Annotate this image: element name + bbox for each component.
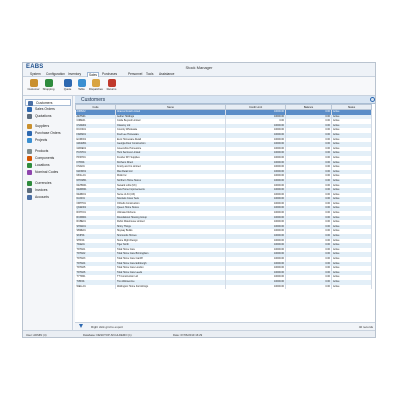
record-count: 40 records	[358, 324, 373, 329]
sidebar-item-label: Nominal Codes	[35, 170, 59, 174]
ribbon-table-button[interactable]: Table	[75, 79, 88, 94]
pen-icon	[77, 79, 86, 87]
sidebar-item-label: Invoices	[35, 188, 48, 192]
ribbon-dispatches-button[interactable]: Dispatches	[89, 79, 103, 94]
filter-icon[interactable]	[79, 324, 83, 328]
status-database: Database: DESKTOP-SN HLDEMO (1)	[83, 333, 132, 337]
sidebar-item-label: Locations	[35, 163, 50, 167]
sidebar-item-nominal-codes[interactable]: Nominal Codes	[25, 169, 71, 176]
sidebar-item-suppliers[interactable]: Suppliers	[25, 123, 71, 130]
sidebar-item-sales-orders[interactable]: Sales Orders	[25, 106, 71, 113]
return-icon	[107, 79, 116, 87]
sidebar-item-quotations[interactable]: Quotations	[25, 113, 71, 120]
cell-name: Wellington Home Furnishings	[115, 284, 226, 290]
cell-status: Active	[331, 284, 372, 290]
customer-list-panel: Customers Code Name Credit Limit Balance Sta…	[75, 96, 375, 330]
list-header: Customers	[75, 96, 375, 104]
sidebar-item-currencies[interactable]: Currencies	[25, 180, 71, 187]
locations-icon	[27, 163, 32, 168]
orders-icon	[27, 107, 32, 112]
sidebar-item-accounts[interactable]: Accounts	[25, 194, 71, 201]
currency-icon	[27, 181, 32, 186]
status-bar: User: ADMIN (4) Database: DESKTOP-SN HLD…	[23, 330, 375, 337]
sidebar-item-label: Accounts	[35, 195, 49, 199]
codes-icon	[27, 170, 32, 175]
ribbon-label: Shopping	[42, 87, 55, 91]
sidebar-item-purchase-orders[interactable]: Purchase Orders	[25, 130, 71, 137]
accounts-icon	[27, 195, 32, 200]
ribbon-toolbar: Customer Shopping Quote Table Dispatches Retu…	[23, 77, 375, 96]
truck-icon	[91, 79, 100, 87]
title-bar: EABS Stock Manager	[23, 63, 375, 72]
ribbon-returns-button[interactable]: Returns	[105, 79, 118, 94]
app-window: EABS Stock Manager System Configuration In…	[22, 62, 376, 338]
ribbon-label: Dispatches	[89, 87, 103, 91]
sidebar-item-projects[interactable]: Projects	[25, 137, 71, 144]
grid-footer: Right click grid to export 40 records	[75, 322, 375, 330]
cell-balance: 0.00	[285, 284, 332, 290]
sidebar-item-label: Suppliers	[35, 124, 50, 128]
sidebar-item-components[interactable]: Components	[25, 155, 71, 162]
quotation-icon	[27, 114, 32, 119]
sidebar-item-label: Projects	[35, 138, 48, 142]
status-user: User: ADMIN (4)	[26, 333, 47, 337]
sidebar-item-label: Products	[35, 149, 49, 153]
customer-icon	[29, 79, 38, 87]
sidebar-item-invoices[interactable]: Invoices	[25, 187, 71, 194]
purchase-icon	[27, 131, 32, 136]
ribbon-label: Table	[78, 87, 85, 91]
search-icon[interactable]	[370, 97, 375, 102]
projects-icon	[27, 138, 32, 143]
customer-grid[interactable]: Code Name Credit Limit Balance Status A0BBA2…	[75, 104, 375, 322]
sidebar-item-label: Quotations	[35, 114, 52, 118]
sidebar-item-label: Components	[35, 156, 55, 160]
help-icon	[63, 79, 72, 87]
sidebar-item-locations[interactable]: Locations	[25, 162, 71, 169]
cell-credit-limit: 10000.00	[225, 284, 286, 290]
sidebar-item-label: Currencies	[35, 181, 52, 185]
status-date: Date: 07/06/2019 16:29	[173, 333, 203, 337]
table-row[interactable]: WELL01 Wellington Home Furnishings 10000.0…	[75, 284, 372, 290]
ribbon-label: Quote	[63, 87, 72, 91]
cell-code: WELL01	[75, 284, 116, 290]
ribbon-customer-button[interactable]: Customer	[27, 79, 40, 94]
sidebar-item-customers[interactable]: Customers	[25, 99, 71, 106]
ribbon-label: Customer	[27, 87, 40, 91]
export-hint: Right click grid to export	[91, 324, 124, 329]
sidebar-item-products[interactable]: Products	[25, 148, 71, 155]
ribbon-shopping-button[interactable]: Shopping	[42, 79, 55, 94]
ribbon-quote-button[interactable]: Quote	[61, 79, 74, 94]
products-icon	[27, 149, 32, 154]
sidebar-item-label: Sales Orders	[35, 107, 55, 111]
table-body: A0BBA2 Abacus Retail Limited 10000.00 0.00 A…	[75, 109, 372, 290]
ribbon-label: Returns	[106, 87, 117, 91]
invoice-icon	[27, 188, 32, 193]
suppliers-icon	[27, 124, 32, 129]
navigation-sidebar: Customers Sales Orders Quotations Suppliers…	[23, 96, 73, 330]
list-title: Customers	[81, 97, 106, 103]
sidebar-item-label: Purchase Orders	[35, 131, 61, 135]
customer-table: Code Name Credit Limit Balance Status A0BBA2…	[75, 104, 372, 290]
components-icon	[27, 156, 32, 161]
dollar-icon	[44, 79, 53, 87]
window-title: Stock Manager	[185, 65, 213, 70]
